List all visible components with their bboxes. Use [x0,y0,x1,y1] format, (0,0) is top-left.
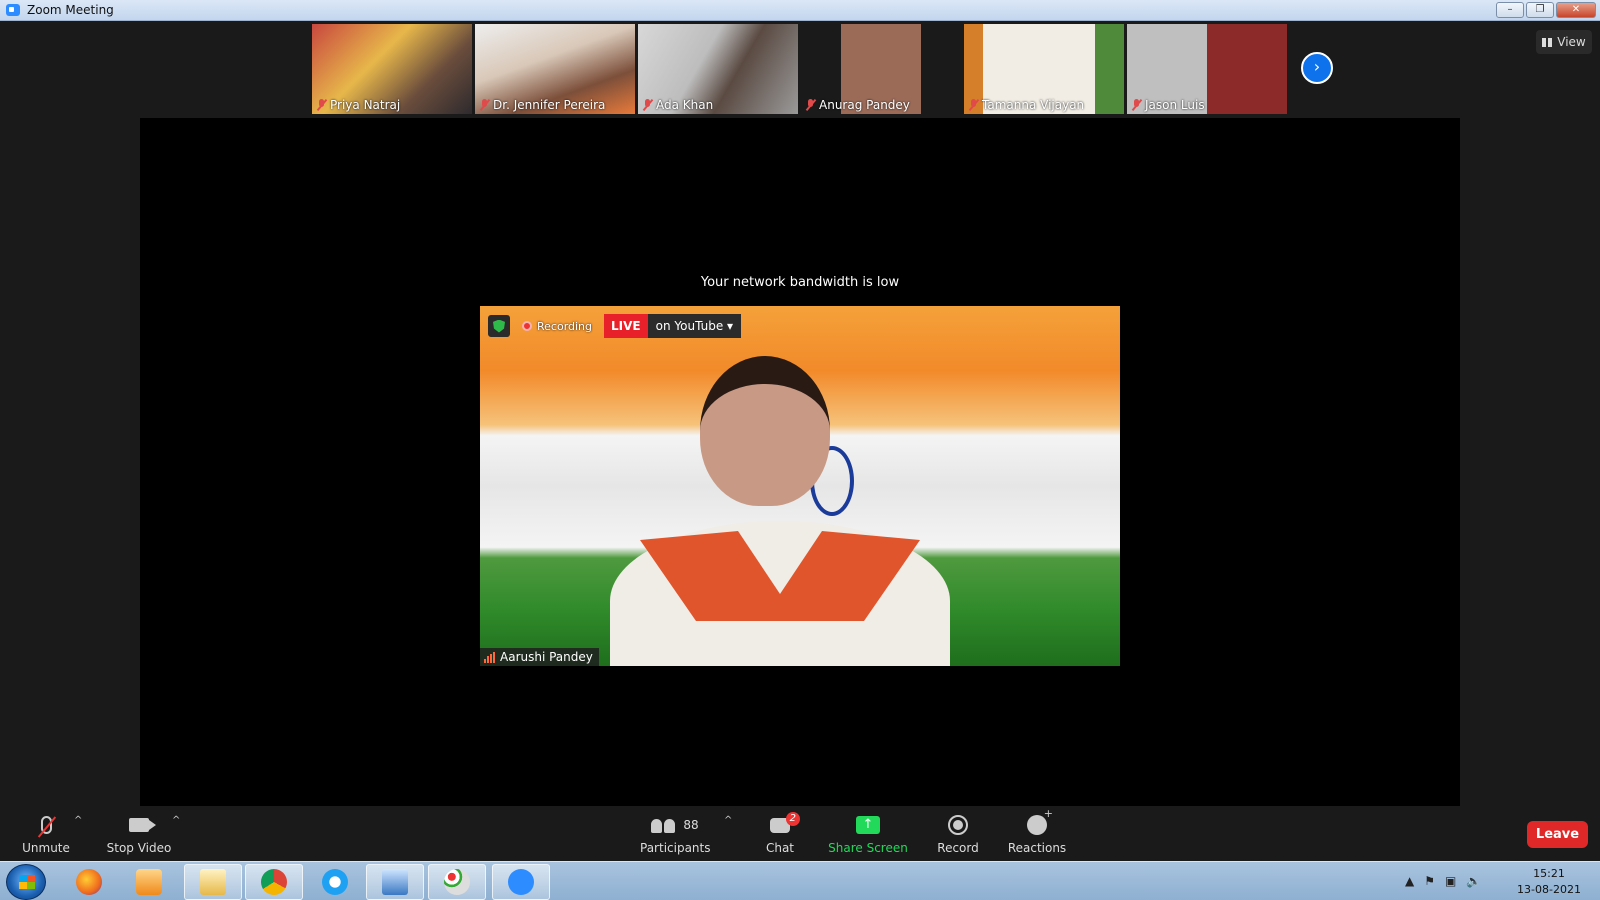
participant-name: Dr. Jennifer Pereira [493,98,606,112]
meeting-stage: Priya Natraj Dr. Jennifer Pereira Ada Kh… [0,21,1600,807]
participant-name: Priya Natraj [330,98,401,112]
chrome-taskbar-icon[interactable] [245,864,303,900]
window-title: Zoom Meeting [27,3,114,17]
next-page-arrow-icon[interactable]: › [1301,52,1333,84]
reactions-button[interactable]: Reactions [1004,807,1070,855]
chat-icon: 2 [770,811,800,833]
participant-tile[interactable]: Anurag Pandey [801,24,961,114]
restore-button[interactable]: ❐ [1526,2,1554,18]
volume-icon[interactable]: 🔈 [1466,874,1481,888]
meeting-toolbar: Unmute ^ Stop Video ^ 88 Participants ^ … [0,807,1600,861]
internet-explorer-taskbar-icon[interactable] [306,864,364,900]
signal-strength-icon [484,651,495,663]
reactions-smiley-icon [1027,807,1053,835]
participant-strip: Priya Natraj Dr. Jennifer Pereira Ada Kh… [312,24,1287,114]
main-video-area: Your network bandwidth is low Recording … [140,118,1460,806]
participant-tile[interactable]: Priya Natraj [312,24,472,114]
taskbar-clock[interactable]: 15:21 13-08-2021 [1514,866,1584,898]
camera-icon [129,818,156,832]
participant-tile[interactable]: Dr. Jennifer Pereira [475,24,635,114]
participants-icon [651,817,676,833]
record-button[interactable]: Record [930,813,986,855]
security-shield-icon[interactable] [488,315,510,337]
mic-muted-icon [969,99,978,111]
share-screen-button[interactable]: ↑ Share Screen [828,813,908,855]
file-explorer-taskbar-icon[interactable] [184,864,242,900]
close-button[interactable]: ✕ [1556,2,1596,18]
windows-taskbar: ▲ ⚑ ▣ 🔈 15:21 13-08-2021 [0,861,1600,900]
recording-indicator[interactable]: Recording [516,320,598,333]
participant-tile[interactable]: Tamanna Vijayan [964,24,1124,114]
minimize-button[interactable]: – [1496,2,1524,18]
participant-name: Jason Luis [1145,98,1205,112]
window-controls: – ❐ ✕ [1496,2,1596,18]
participant-name: Tamanna Vijayan [982,98,1085,112]
share-screen-icon: ↑ [856,816,880,834]
video-options-caret[interactable]: ^ [172,815,180,826]
network-warning: Your network bandwidth is low [700,275,900,290]
leave-button[interactable]: Leave [1527,821,1588,848]
stop-video-button[interactable]: Stop Video [106,813,172,855]
view-button[interactable]: View [1536,30,1592,54]
participants-count: 88 [683,818,699,832]
active-speaker-video[interactable]: Recording LIVE on YouTube ▾ Aarushi Pand… [480,306,1120,666]
speaker-name-tag: Aarushi Pandey [480,648,599,666]
youtube-stream-dropdown[interactable]: on YouTube ▾ [647,314,742,338]
paint-taskbar-icon[interactable] [428,864,486,900]
start-button-icon[interactable] [6,864,46,900]
mic-muted-icon [1132,99,1141,111]
tray-expand-icon[interactable]: ▲ [1405,874,1414,888]
participant-tile[interactable]: Jason Luis [1127,24,1287,114]
mic-muted-icon [806,99,815,111]
audio-options-caret[interactable]: ^ [74,815,82,826]
meeting-status-badges: Recording LIVE on YouTube ▾ [488,314,742,338]
grid-view-icon [1542,37,1553,47]
photo-viewer-taskbar-icon[interactable] [366,864,424,900]
firefox-taskbar-icon[interactable] [60,864,118,900]
mic-muted-icon [480,99,489,111]
record-icon [948,815,968,835]
unmute-button[interactable]: Unmute [18,813,74,855]
title-bar: Zoom Meeting – ❐ ✕ [0,0,1600,21]
participant-name: Anurag Pandey [819,98,910,112]
media-player-taskbar-icon[interactable] [120,864,178,900]
network-icon[interactable]: ▣ [1445,874,1456,888]
mic-muted-icon [317,99,326,111]
action-center-flag-icon[interactable]: ⚑ [1424,874,1435,888]
zoom-app-icon [6,4,20,16]
chat-button[interactable]: 2 Chat [758,811,802,855]
microphone-muted-icon [40,816,52,834]
participants-options-caret[interactable]: ^ [724,815,732,826]
participants-button[interactable]: 88 Participants [640,813,711,855]
clock-date: 13-08-2021 [1517,883,1581,896]
zoom-taskbar-icon[interactable] [492,864,550,900]
live-stream-badge[interactable]: LIVE on YouTube ▾ [604,314,742,338]
recording-dot-icon [522,321,532,331]
participant-tile[interactable]: Ada Khan [638,24,798,114]
mic-muted-icon [643,99,652,111]
chat-unread-badge: 2 [785,811,800,826]
clock-time: 15:21 [1533,867,1565,880]
live-label: LIVE [604,314,648,338]
participant-name: Ada Khan [656,98,714,112]
system-tray: ▲ ⚑ ▣ 🔈 [1405,874,1481,888]
